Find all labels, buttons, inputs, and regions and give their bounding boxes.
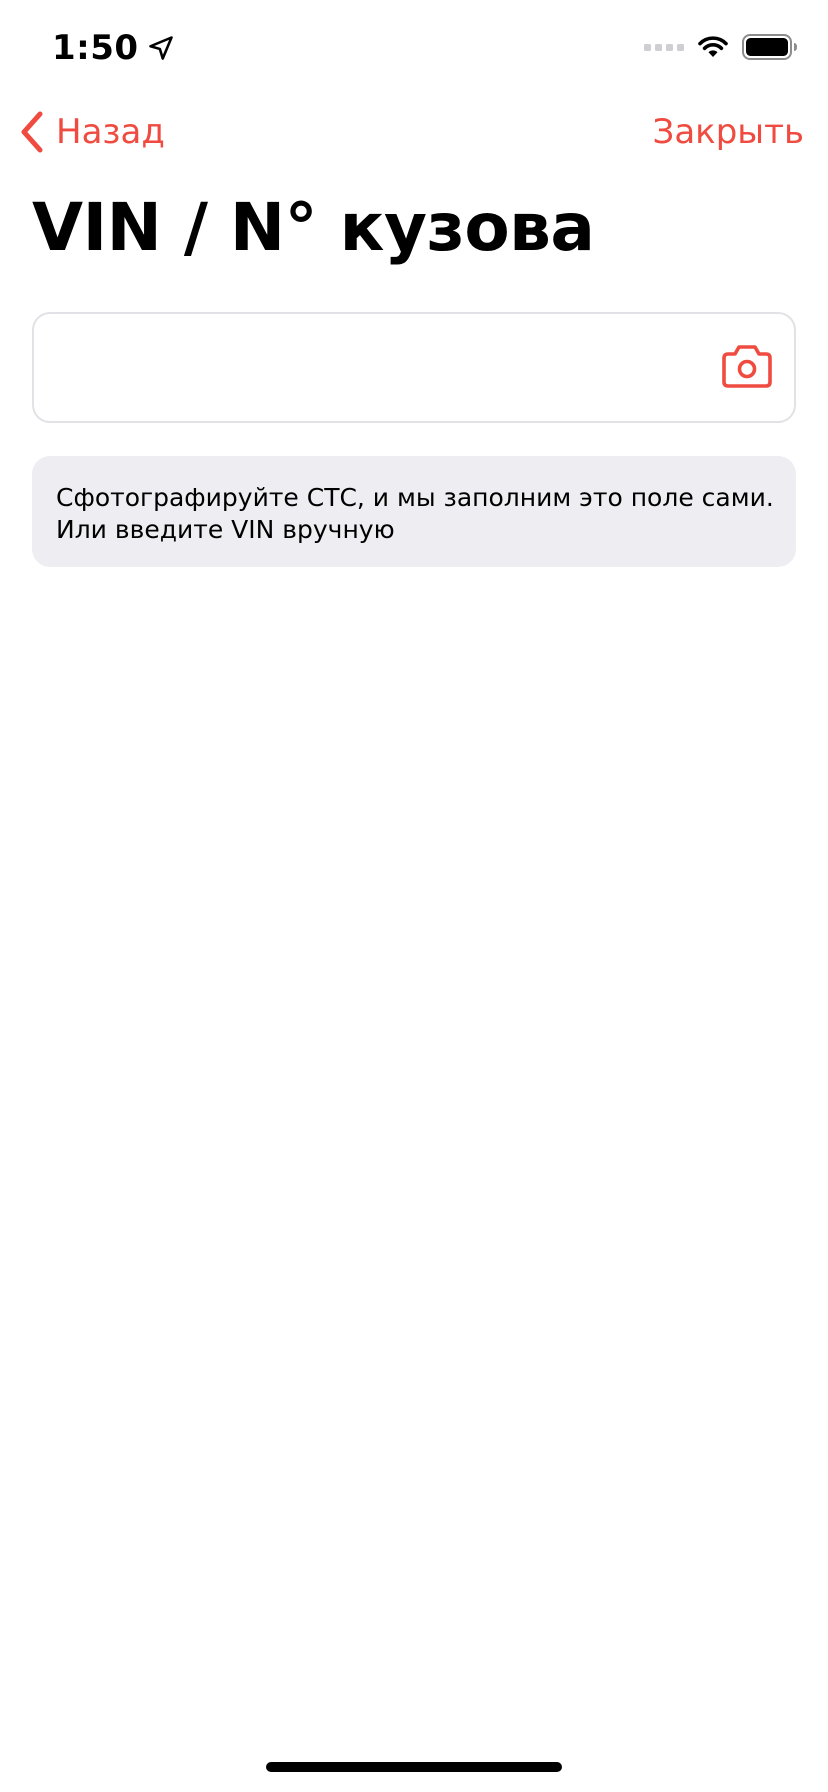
signal-icon (644, 44, 684, 51)
camera-icon (722, 345, 772, 388)
battery-icon (742, 34, 797, 60)
vin-input[interactable] (58, 314, 718, 421)
status-indicators (644, 34, 798, 60)
hint-box: Сфотографируйте СТС, и мы заполним это п… (32, 456, 796, 567)
status-bar: 1:50 (0, 0, 828, 100)
hint-text-line-1: Сфотографируйте СТС, и мы заполним это п… (56, 483, 774, 512)
vin-field (32, 312, 796, 423)
back-button-label: Назад (56, 112, 165, 152)
status-time-group: 1:50 (52, 28, 175, 68)
page-title: VIN / N° кузова (32, 189, 595, 266)
wifi-icon (698, 36, 728, 57)
status-time: 1:50 (52, 28, 139, 68)
close-button[interactable]: Закрыть (653, 108, 804, 156)
location-arrow-icon (148, 36, 173, 60)
chevron-left-icon (21, 111, 43, 153)
home-indicator[interactable] (266, 1762, 562, 1772)
camera-button[interactable] (720, 344, 774, 390)
hint-text-line-2: Или введите VIN вручную (56, 515, 395, 544)
back-button[interactable]: Назад (18, 108, 165, 156)
